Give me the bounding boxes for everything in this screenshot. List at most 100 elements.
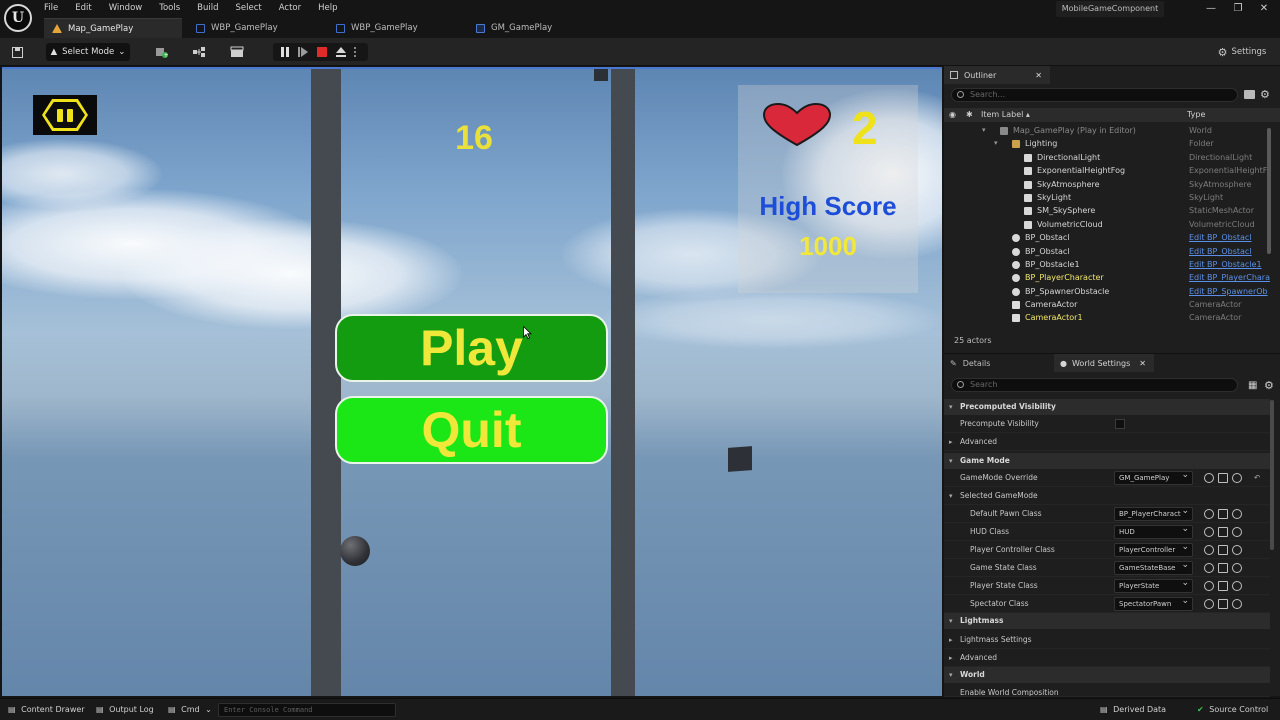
menu-edit[interactable]: Edit — [75, 1, 99, 15]
add-new-icon[interactable] — [1232, 473, 1242, 483]
eject-icon[interactable] — [335, 46, 347, 58]
pin-icon[interactable]: ✱ — [966, 108, 973, 122]
minimize-icon[interactable]: — — [1205, 3, 1217, 15]
section-lightmass[interactable]: ▾ Lightmass — [944, 613, 1270, 629]
details-search-input[interactable]: Search — [951, 378, 1238, 392]
edit-blueprint-link[interactable]: Edit BP_PlayerChara — [1189, 271, 1271, 284]
outliner-row[interactable]: BP_PlayerCharacter Edit BP_PlayerChara — [944, 271, 1280, 284]
add-new-icon[interactable] — [1232, 509, 1242, 519]
menu-window[interactable]: Window — [109, 1, 151, 15]
eye-icon[interactable]: ◉ — [949, 108, 956, 122]
prop-advanced[interactable]: ▸ Advanced — [944, 433, 1270, 451]
tab-wbp-gameplay-2[interactable]: WBP_GamePlay — [328, 18, 462, 38]
stop-icon[interactable] — [316, 46, 328, 58]
blueprints-menu-icon[interactable] — [186, 43, 214, 61]
add-new-icon[interactable] — [1232, 563, 1242, 573]
outliner-search-input[interactable]: Search... — [951, 88, 1238, 102]
close-icon[interactable]: ✕ — [1139, 359, 1146, 368]
gamemode-override-dropdown[interactable]: GM_GamePlay — [1114, 471, 1193, 485]
select-mode-dropdown[interactable]: ▲ Select Mode ⌄ — [46, 43, 130, 61]
browse-folder-icon[interactable] — [1218, 545, 1228, 555]
prop-lightmass-settings[interactable]: ▸ Lightmass Settings — [944, 631, 1270, 649]
menu-select[interactable]: Select — [236, 1, 270, 15]
browse-back-icon[interactable] — [1204, 545, 1214, 555]
console-command-input[interactable]: Enter Console Command — [218, 703, 396, 717]
table-view-icon[interactable]: ▦ — [1248, 380, 1257, 391]
outliner-row[interactable]: ExponentialHeightFog ExponentialHeightFo — [944, 164, 1280, 177]
pause-icon[interactable] — [279, 46, 291, 58]
source-control-button[interactable]: ✔ Source Control — [1197, 699, 1268, 720]
tab-wbp-gameplay-1[interactable]: WBP_GamePlay — [188, 18, 322, 38]
menu-file[interactable]: File — [44, 1, 66, 15]
outliner-row[interactable]: CameraActor1 CameraActor — [944, 311, 1280, 324]
add-folder-icon[interactable] — [1244, 90, 1255, 99]
menu-help[interactable]: Help — [318, 1, 345, 15]
gear-icon[interactable]: ⚙ — [1260, 88, 1270, 101]
outliner-row[interactable]: ▾ Map_GamePlay (Play in Editor) World — [944, 124, 1280, 137]
tab-details[interactable]: ✎ Details — [944, 354, 1052, 372]
outliner-row[interactable]: SkyAtmosphere SkyAtmosphere — [944, 178, 1280, 191]
expand-arrow-icon[interactable]: ▾ — [994, 137, 998, 150]
outliner-row[interactable]: BP_Obstacl Edit BP_Obstacl — [944, 245, 1280, 258]
derived-data-button[interactable]: ▤ Derived Data — [1100, 699, 1166, 720]
step-frame-icon[interactable] — [297, 46, 309, 58]
class-dropdown[interactable]: PlayerState — [1114, 579, 1193, 593]
unreal-logo-icon[interactable]: U — [4, 4, 32, 32]
browse-back-icon[interactable] — [1204, 563, 1214, 573]
level-viewport[interactable]: 16 2 High Score 1000 Play Quit — [2, 67, 942, 696]
add-new-icon[interactable] — [1232, 527, 1242, 537]
class-dropdown[interactable]: SpectatorPawn — [1114, 597, 1193, 611]
menu-tools[interactable]: Tools — [159, 1, 188, 15]
add-new-icon[interactable] — [1232, 545, 1242, 555]
maximize-icon[interactable]: ❐ — [1232, 3, 1244, 15]
add-new-icon[interactable] — [1232, 581, 1242, 591]
section-game-mode[interactable]: ▾ Game Mode — [944, 453, 1270, 469]
close-window-icon[interactable]: ✕ — [1258, 3, 1270, 15]
tab-map-gameplay[interactable]: Map_GamePlay — [44, 18, 182, 38]
edit-blueprint-link[interactable]: Edit BP_Obstacl — [1189, 245, 1271, 258]
outliner-row[interactable]: BP_SpawnerObstacle Edit BP_SpawnerOb — [944, 285, 1280, 298]
column-item-label[interactable]: Item Label ▴ — [981, 108, 1030, 122]
browse-back-icon[interactable] — [1204, 527, 1214, 537]
save-icon[interactable] — [8, 43, 26, 61]
pause-button[interactable] — [33, 95, 97, 135]
reset-arrow-icon[interactable]: ↶ — [1254, 469, 1260, 487]
settings-button[interactable]: ⚙ Settings — [1212, 43, 1272, 61]
quit-button[interactable]: Quit — [335, 396, 608, 464]
more-options-icon[interactable] — [353, 46, 359, 58]
add-new-icon[interactable] — [1232, 599, 1242, 609]
outliner-row[interactable]: ▾ Lighting Folder — [944, 137, 1280, 150]
browse-folder-icon[interactable] — [1218, 563, 1228, 573]
tab-world-settings[interactable]: ● World Settings ✕ — [1054, 354, 1154, 372]
content-drawer-button[interactable]: ▤ Content Drawer — [8, 699, 85, 720]
browse-folder-icon[interactable] — [1218, 581, 1228, 591]
browse-folder-icon[interactable] — [1218, 473, 1228, 483]
outliner-row[interactable]: BP_Obstacle1 Edit BP_Obstacle1 — [944, 258, 1280, 271]
class-dropdown[interactable]: PlayerController — [1114, 543, 1193, 557]
precompute-visibility-checkbox[interactable] — [1115, 419, 1125, 429]
cinematics-icon[interactable] — [224, 43, 252, 61]
outliner-row[interactable]: SkyLight SkyLight — [944, 191, 1280, 204]
scrollbar[interactable] — [1270, 400, 1274, 550]
prop-selected-gamemode[interactable]: ▾ Selected GameMode — [944, 487, 1270, 505]
column-type[interactable]: Type — [1187, 108, 1205, 122]
edit-blueprint-link[interactable]: Edit BP_Obstacle1 — [1189, 258, 1271, 271]
prop-advanced-lightmass[interactable]: ▸ Advanced — [944, 649, 1270, 667]
gear-icon[interactable]: ⚙ — [1264, 379, 1274, 392]
browse-back-icon[interactable] — [1204, 509, 1214, 519]
edit-blueprint-link[interactable]: Edit BP_Obstacl — [1189, 231, 1271, 244]
section-world[interactable]: ▾ World — [944, 667, 1270, 683]
menu-build[interactable]: Build — [197, 1, 226, 15]
class-dropdown[interactable]: BP_PlayerCharact — [1114, 507, 1193, 521]
add-actor-icon[interactable]: + — [150, 43, 176, 61]
close-icon[interactable]: ✕ — [1035, 71, 1042, 80]
outliner-row[interactable]: VolumetricCloud VolumetricCloud — [944, 218, 1280, 231]
tab-gm-gameplay[interactable]: GM_GamePlay — [468, 18, 588, 38]
section-precomputed-visibility[interactable]: ▾ Precomputed Visibility — [944, 399, 1270, 415]
cmd-dropdown[interactable]: ▤ Cmd ⌄ — [168, 699, 212, 720]
browse-back-icon[interactable] — [1204, 473, 1214, 483]
browse-folder-icon[interactable] — [1218, 599, 1228, 609]
tab-outliner[interactable]: Outliner ✕ — [944, 66, 1050, 84]
scrollbar[interactable] — [1267, 128, 1271, 254]
edit-blueprint-link[interactable]: Edit BP_SpawnerOb — [1189, 285, 1271, 298]
